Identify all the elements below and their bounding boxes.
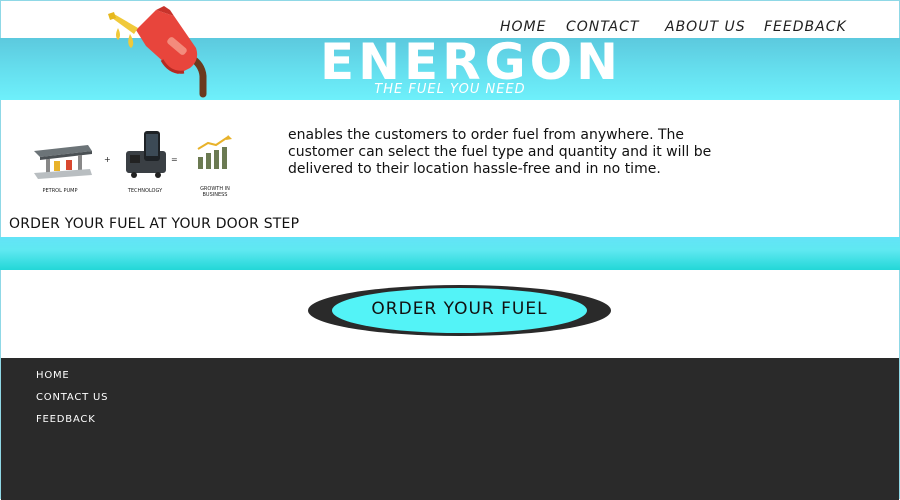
smartphone-icon: [126, 131, 166, 178]
top-nav: HOME CONTACT ABOUT US FEEDBACK: [0, 19, 900, 39]
order-fuel-button[interactable]: ORDER YOUR FUEL: [308, 285, 611, 336]
footer-feedback-link[interactable]: FEEDBACK: [36, 414, 96, 425]
cyan-divider-strip: [0, 237, 900, 270]
doorstep-heading: ORDER YOUR FUEL AT YOUR DOOR STEP: [9, 216, 300, 232]
nav-feedback-link[interactable]: FEEDBACK: [764, 19, 847, 35]
plus-operator: +: [104, 155, 111, 164]
brand-tagline: THE FUEL YOU NEED: [374, 82, 526, 97]
caption-petrol-pump: PETROL PUMP: [42, 188, 78, 194]
footer-contact-link[interactable]: CONTACT US: [36, 392, 108, 403]
intro-description: enables the customers to order fuel from…: [288, 127, 712, 177]
caption-growth: GROWTH IN BUSINESS: [200, 186, 230, 198]
caption-technology: TECHNOLOGY: [127, 188, 163, 194]
footer: HOME CONTACT US FEEDBACK: [1, 358, 899, 500]
nav-home-link[interactable]: HOME: [500, 19, 546, 35]
order-fuel-button-label: ORDER YOUR FUEL: [371, 299, 548, 319]
growth-chart-icon: [197, 135, 232, 169]
footer-home-link[interactable]: HOME: [36, 370, 70, 381]
equals-operator: =: [171, 155, 178, 164]
intro-illustration: + = PETROL PUMP TECHNOLOGY GROWTH IN BUS…: [30, 125, 240, 205]
nav-contact-link[interactable]: CONTACT: [566, 19, 639, 35]
petrol-pump-icon: [34, 145, 92, 179]
fuel-nozzle-icon: [108, 6, 207, 98]
nav-about-link[interactable]: ABOUT US: [665, 19, 746, 35]
